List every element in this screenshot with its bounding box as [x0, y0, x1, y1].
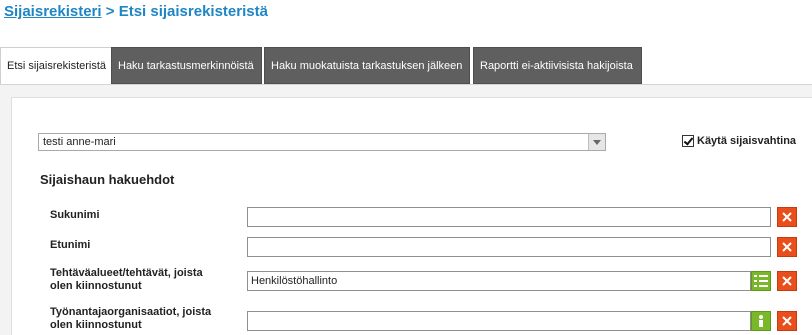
tab-bar: Etsi sijaisrekisteristä Haku tarkastusme…: [0, 47, 812, 85]
field-label-tyonantajaorganisaatiot: Työnantajaorganisaatiot, joista olen kii…: [50, 306, 211, 332]
form-title: Sijaishaun hakuehdot: [40, 172, 175, 187]
breadcrumb-separator: >: [101, 3, 119, 20]
clear-tehtavaalueet-button[interactable]: [777, 271, 797, 291]
sukunimi-input[interactable]: [247, 207, 771, 227]
tehtavaalueet-picker-button[interactable]: [751, 271, 771, 291]
saved-search-select[interactable]: testi anne-mari: [38, 133, 606, 151]
field-label-line: olen kiinnostunut: [50, 319, 142, 331]
tyonantajaorganisaatiot-picker-button[interactable]: [751, 311, 771, 331]
close-x-icon: [782, 242, 792, 252]
tab-etsi-sijaisrekisterista[interactable]: Etsi sijaisrekisteristä: [0, 47, 114, 85]
clear-sukunimi-button[interactable]: [777, 207, 797, 227]
watch-toggle[interactable]: Käytä sijaisvahtina: [682, 135, 796, 147]
close-x-icon: [782, 276, 792, 286]
person-icon: [757, 315, 765, 327]
etunimi-input[interactable]: [247, 237, 771, 257]
field-label-line: Etunimi: [50, 239, 91, 251]
breadcrumb: Sijaisrekisteri > Etsi sijaisrekisterist…: [4, 3, 268, 20]
list-icon: [754, 275, 768, 287]
tab-haku-muokatuista[interactable]: Haku muokatuista tarkastuksen jälkeen: [264, 47, 470, 84]
clear-etunimi-button[interactable]: [777, 237, 797, 257]
tehtavaalueet-input[interactable]: Henkilöstöhallinto: [247, 271, 751, 291]
saved-search-value: testi anne-mari: [43, 136, 116, 148]
watch-checkbox[interactable]: [682, 135, 694, 147]
tyonantajaorganisaatiot-input[interactable]: [247, 311, 751, 331]
watch-label: Käytä sijaisvahtina: [697, 135, 797, 147]
field-label-sukunimi: Sukunimi: [50, 209, 100, 222]
field-label-line: olen kiinnostunut: [50, 280, 142, 292]
breadcrumb-current: Etsi sijaisrekisteristä: [118, 3, 268, 20]
field-label-line: Sukunimi: [50, 209, 100, 221]
field-label-line: Työnantajaorganisaatiot, joista: [50, 306, 212, 318]
tab-raportti-ei-aktiivisista[interactable]: Raportti ei-aktiivisista hakijoista: [473, 47, 642, 84]
field-label-tehtavaalueet: Tehtäväalueet/tehtävät, joista olen kiin…: [50, 267, 203, 293]
close-x-icon: [782, 212, 792, 222]
clear-tyonantajaorganisaatiot-button[interactable]: [777, 311, 797, 331]
chevron-down-icon: [588, 134, 605, 150]
field-label-line: Tehtäväalueet/tehtävät, joista: [50, 267, 203, 279]
field-label-etunimi: Etunimi: [50, 239, 90, 252]
close-x-icon: [782, 316, 792, 326]
tab-haku-tarkastusmerkinnoista[interactable]: Haku tarkastusmerkinnöistä: [111, 47, 262, 84]
breadcrumb-link-sijaisrekisteri[interactable]: Sijaisrekisteri: [4, 3, 102, 20]
